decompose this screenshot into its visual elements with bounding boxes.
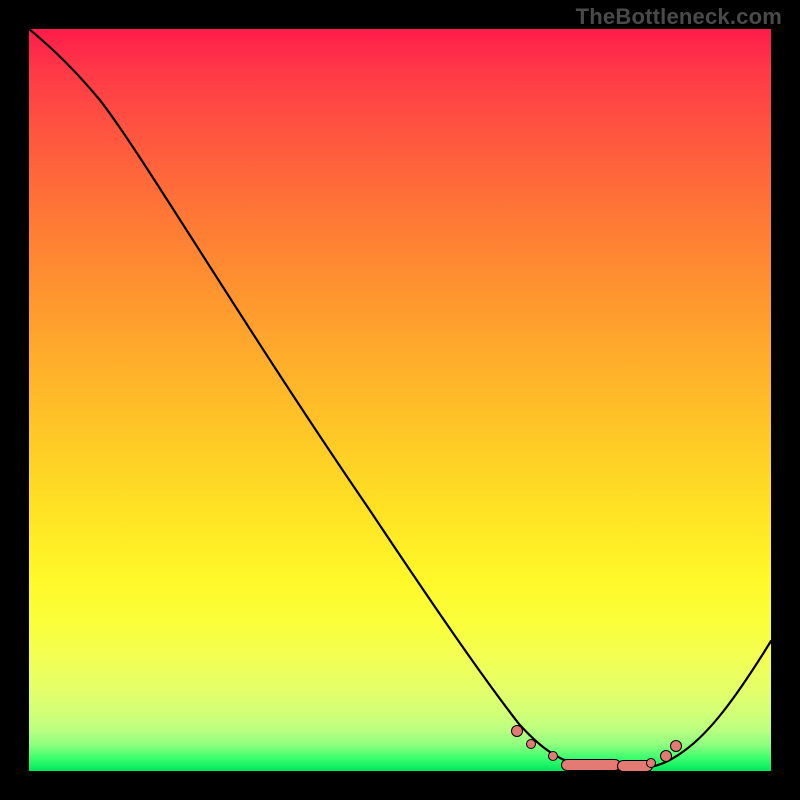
marker-dot [660, 750, 672, 762]
marker-pill [561, 759, 621, 771]
marker-dot [670, 740, 682, 752]
watermark-text: TheBottleneck.com [576, 4, 782, 30]
plot-area [29, 29, 771, 771]
marker-dot [646, 758, 656, 768]
marker-dot [511, 725, 523, 737]
marker-layer [29, 29, 771, 771]
marker-dot [526, 739, 536, 749]
chart-frame: TheBottleneck.com [0, 0, 800, 800]
marker-dot [548, 751, 558, 761]
